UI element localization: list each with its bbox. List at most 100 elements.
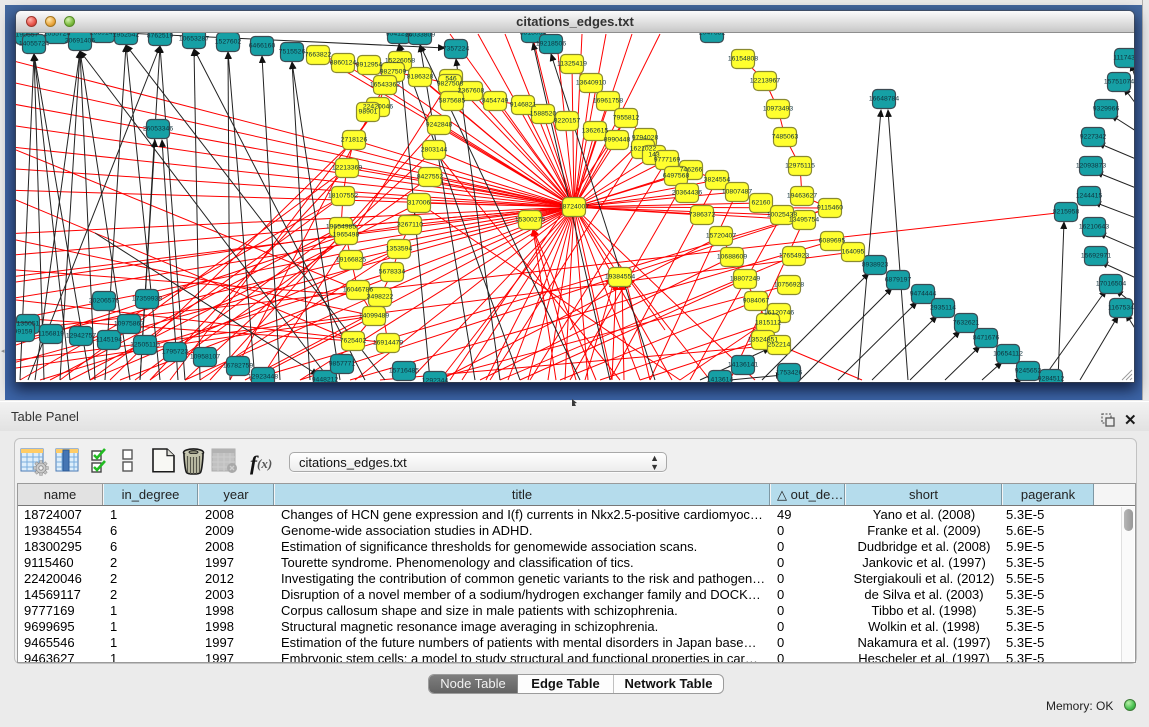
svg-text:9115460: 9115460 [817,205,843,212]
svg-text:2935114: 2935114 [930,305,956,312]
svg-text:20691406: 20691406 [65,38,95,45]
svg-text:1156819: 1156819 [38,331,64,338]
svg-text:62160: 62160 [752,200,771,207]
svg-text:15300275: 15300275 [515,217,545,224]
svg-text:1588520: 1588520 [530,111,557,118]
svg-text:16210643: 16210643 [1079,224,1109,231]
svg-text:15720407: 15720407 [706,233,736,240]
svg-text:8220157: 8220157 [554,118,581,125]
svg-text:14055724: 14055724 [19,41,49,48]
svg-text:7386372: 7386372 [689,212,716,219]
svg-text:15226058: 15226058 [385,58,415,65]
svg-text:1167534: 1167534 [1108,305,1134,312]
svg-text:1952542: 1952542 [113,33,140,39]
svg-text:2367608: 2367608 [458,88,485,95]
svg-text:16543362: 16543362 [370,82,400,89]
svg-text:17359938: 17359938 [132,296,162,303]
svg-text:10688609: 10688609 [717,254,747,261]
svg-text:10958107: 10958107 [190,354,220,361]
svg-text:10973493: 10973493 [763,106,793,113]
svg-text:20206576: 20206576 [89,298,119,305]
svg-text:1362615: 1362615 [582,128,609,135]
svg-text:12213967: 12213967 [750,78,780,85]
svg-text:12942757: 12942757 [66,333,96,340]
svg-text:26053346: 26053346 [143,126,173,133]
svg-text:9284512: 9284512 [1038,376,1065,383]
svg-text:9227342: 9227342 [1080,134,1107,141]
svg-text:1815112: 1815112 [755,320,781,327]
svg-text:20364436: 20364436 [672,190,702,197]
svg-text:3824554: 3824554 [704,177,731,184]
svg-text:17016504: 17016504 [1096,281,1126,288]
svg-text:14136141: 14136141 [728,362,758,369]
svg-text:7632621: 7632621 [953,320,980,327]
svg-text:8471676: 8471676 [973,335,1000,342]
svg-text:1753426: 1753426 [776,370,803,377]
svg-text:190557: 190557 [16,33,39,39]
svg-text:9245652: 9245652 [1015,368,1042,375]
svg-text:10807487: 10807487 [722,189,752,196]
svg-text:252214: 252214 [768,342,791,349]
svg-text:12213369: 12213369 [332,165,362,172]
svg-text:1292344: 1292344 [422,378,449,383]
svg-text:10975867: 10975867 [114,321,144,328]
svg-text:9794028: 9794028 [632,135,659,142]
svg-text:1244415: 1244415 [1076,193,1103,200]
svg-text:14099489: 14099489 [359,313,389,320]
svg-text:12923448: 12923448 [248,374,278,381]
svg-text:19166825: 19166825 [336,257,366,264]
svg-text:9329966: 9329966 [1093,106,1120,113]
svg-text:16120746: 16120746 [764,310,794,317]
svg-text:19654985: 19654985 [326,224,356,231]
svg-text:9448212: 9448212 [312,377,339,383]
svg-text:(x): (x) [257,456,272,471]
svg-text:16914479: 16914479 [373,340,403,347]
svg-text:16961758: 16961758 [593,98,623,105]
svg-text:135051: 135051 [17,321,40,328]
svg-text:18807249: 18807249 [730,276,760,283]
svg-text:19463627: 19463627 [787,193,817,200]
svg-text:6466160: 6466160 [249,43,276,50]
svg-text:8990448: 8990448 [604,137,631,144]
svg-text:10654112: 10654112 [993,351,1023,358]
svg-text:5678334: 5678334 [379,269,406,276]
svg-text:8186328: 8186328 [407,74,434,81]
svg-text:12093873: 12093873 [1076,163,1106,170]
svg-text:9242848: 9242848 [426,122,453,129]
svg-text:19384554: 19384554 [605,274,635,281]
svg-text:16154808: 16154808 [728,56,758,63]
svg-text:8215958: 8215958 [1053,209,1080,216]
svg-text:11325419: 11325419 [557,61,587,68]
svg-text:8860124: 8860124 [330,60,357,67]
svg-text:16046786: 16046786 [343,287,373,294]
svg-text:16782759: 16782759 [223,363,253,370]
svg-text:6879197: 6879197 [885,277,912,284]
svg-text:7485063: 7485063 [772,134,799,141]
svg-text:1145194: 1145194 [96,337,122,344]
svg-text:8762519: 8762519 [147,33,174,40]
svg-text:10653287: 10653287 [179,36,209,43]
svg-text:19218506: 19218506 [536,41,566,48]
svg-text:13495754: 13495754 [789,217,819,224]
svg-text:7625402: 7625402 [340,338,367,345]
svg-text:9084067: 9084067 [743,298,770,305]
svg-text:3498222: 3498222 [367,294,394,301]
svg-text:1117434: 1117434 [1113,55,1134,62]
svg-text:13640910: 13640910 [576,80,606,87]
svg-text:2803144: 2803144 [421,147,448,154]
svg-text:6089695: 6089695 [819,238,846,245]
svg-text:9857771: 9857771 [329,361,356,368]
svg-text:8938923: 8938923 [862,262,889,269]
svg-text:1965498: 1965498 [333,232,360,239]
svg-text:7663822: 7663822 [305,52,332,59]
svg-text:8454749: 8454749 [482,98,509,105]
svg-text:16648784: 16648784 [869,96,899,103]
svg-text:15716485: 15716485 [389,368,419,375]
svg-text:9474444: 9474444 [910,291,937,298]
svg-text:12505115: 12505115 [130,342,160,349]
svg-text:1353594: 1353594 [386,246,413,253]
svg-text:2047682: 2047682 [699,33,726,37]
svg-text:15751074: 15751074 [1104,79,1134,86]
svg-text:1795723: 1795723 [162,349,189,356]
svg-text:9827508: 9827508 [437,81,464,88]
